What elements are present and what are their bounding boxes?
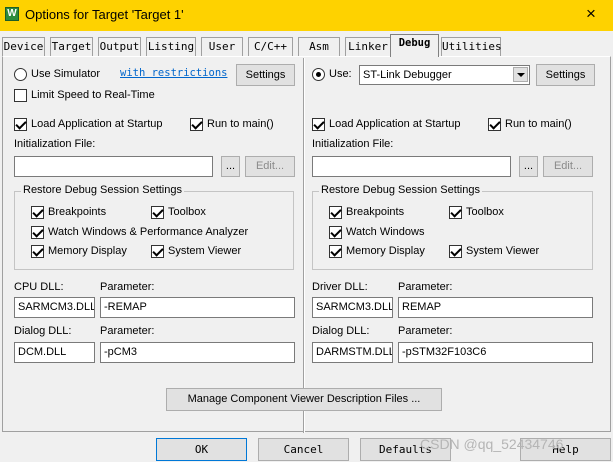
- debugger-select[interactable]: ST-Link Debugger: [359, 65, 530, 85]
- driver-dll-label: Driver DLL:: [312, 281, 368, 293]
- left-load-app-checkbox[interactable]: [14, 118, 27, 131]
- left-dialog-param-input[interactable]: -pCM3: [100, 342, 295, 363]
- right-run-to-main-checkbox[interactable]: [488, 118, 501, 131]
- tab-target[interactable]: Target: [50, 37, 93, 56]
- right-breakpoints-checkbox[interactable]: [329, 206, 342, 219]
- right-restore-title: Restore Debug Session Settings: [319, 184, 482, 196]
- right-watch-windows-checkbox[interactable]: [329, 226, 342, 239]
- right-edit-button: Edit...: [543, 156, 593, 177]
- ok-button[interactable]: OK: [156, 438, 247, 461]
- left-toolbox-label: Toolbox: [168, 206, 206, 218]
- cpu-dll-input[interactable]: SARMCM3.DLL: [14, 297, 95, 318]
- right-load-app-label: Load Application at Startup: [329, 118, 461, 130]
- left-restore-title: Restore Debug Session Settings: [21, 184, 184, 196]
- use-simulator-label: Use Simulator: [31, 68, 101, 80]
- window-title: Options for Target 'Target 1': [25, 7, 184, 22]
- right-system-viewer-label: System Viewer: [466, 245, 540, 257]
- left-browse-button[interactable]: ...: [221, 156, 240, 177]
- chevron-down-icon[interactable]: [513, 67, 528, 82]
- tab-output[interactable]: Output: [98, 37, 141, 56]
- tab-device[interactable]: Device: [2, 37, 45, 56]
- tab-cpp[interactable]: C/C++: [248, 37, 293, 56]
- tab-linker[interactable]: Linker: [345, 37, 391, 56]
- left-watch-windows-checkbox[interactable]: [31, 226, 44, 239]
- right-watch-windows-label: Watch Windows: [346, 226, 425, 238]
- right-toolbox-label: Toolbox: [466, 206, 504, 218]
- left-run-to-main-checkbox[interactable]: [190, 118, 203, 131]
- cpu-dll-param-input[interactable]: -REMAP: [100, 297, 295, 318]
- left-edit-button: Edit...: [245, 156, 295, 177]
- restrictions-link[interactable]: with restrictions: [120, 67, 227, 79]
- left-watch-windows-label: Watch Windows & Performance Analyzer: [48, 226, 249, 238]
- left-load-app-label: Load Application at Startup: [31, 118, 163, 130]
- tab-asm[interactable]: Asm: [298, 37, 340, 56]
- debugger-settings-button[interactable]: Settings: [536, 64, 595, 86]
- simulator-settings-button[interactable]: Settings: [236, 64, 295, 86]
- right-run-to-main-label: Run to main(): [505, 118, 572, 130]
- right-system-viewer-checkbox[interactable]: [449, 245, 462, 258]
- cpu-dll-label: CPU DLL:: [14, 281, 64, 293]
- use-debugger-radio[interactable]: [312, 68, 325, 81]
- left-breakpoints-checkbox[interactable]: [31, 206, 44, 219]
- right-breakpoints-label: Breakpoints: [346, 206, 405, 218]
- tab-strip: Device Target Output Listing User C/C++ …: [0, 34, 613, 57]
- left-system-viewer-label: System Viewer: [168, 245, 242, 257]
- right-toolbox-checkbox[interactable]: [449, 206, 462, 219]
- right-memory-display-label: Memory Display: [346, 245, 425, 257]
- left-init-file-input[interactable]: [14, 156, 213, 177]
- manage-component-viewer-button[interactable]: Manage Component Viewer Description File…: [166, 388, 442, 411]
- right-dialog-dll-input[interactable]: DARMSTM.DLL: [312, 342, 393, 363]
- right-init-file-label: Initialization File:: [312, 138, 394, 150]
- title-bar: W Options for Target 'Target 1' ×: [0, 0, 613, 31]
- right-browse-button[interactable]: ...: [519, 156, 538, 177]
- right-dialog-param-label: Parameter:: [398, 325, 453, 337]
- left-dialog-dll-label: Dialog DLL:: [14, 325, 72, 337]
- left-dialog-dll-input[interactable]: DCM.DLL: [14, 342, 95, 363]
- right-dialog-dll-label: Dialog DLL:: [312, 325, 370, 337]
- panel-divider: [303, 58, 305, 433]
- right-init-file-input[interactable]: [312, 156, 511, 177]
- right-dialog-param-input[interactable]: -pSTM32F103C6: [398, 342, 593, 363]
- right-load-app-checkbox[interactable]: [312, 118, 325, 131]
- limit-speed-checkbox[interactable]: [14, 89, 27, 102]
- use-debugger-label: Use:: [329, 68, 352, 80]
- close-icon[interactable]: ×: [586, 4, 596, 24]
- left-system-viewer-checkbox[interactable]: [151, 245, 164, 258]
- watermark: CSDN @qq_52434746: [420, 436, 564, 452]
- left-memory-display-label: Memory Display: [48, 245, 127, 257]
- limit-speed-label: Limit Speed to Real-Time: [31, 89, 155, 101]
- tab-utilities[interactable]: Utilities: [441, 37, 502, 56]
- left-memory-display-checkbox[interactable]: [31, 245, 44, 258]
- driver-dll-param-label: Parameter:: [398, 281, 453, 293]
- app-icon: W: [5, 7, 19, 21]
- left-init-file-label: Initialization File:: [14, 138, 96, 150]
- debugger-select-value: ST-Link Debugger: [363, 69, 452, 81]
- left-dialog-param-label: Parameter:: [100, 325, 155, 337]
- driver-dll-param-input[interactable]: REMAP: [398, 297, 593, 318]
- driver-dll-input[interactable]: SARMCM3.DLL: [312, 297, 393, 318]
- cancel-button[interactable]: Cancel: [258, 438, 349, 461]
- right-memory-display-checkbox[interactable]: [329, 245, 342, 258]
- left-toolbox-checkbox[interactable]: [151, 206, 164, 219]
- cpu-dll-param-label: Parameter:: [100, 281, 155, 293]
- tab-listing[interactable]: Listing: [146, 37, 196, 56]
- left-breakpoints-label: Breakpoints: [48, 206, 107, 218]
- left-run-to-main-label: Run to main(): [207, 118, 274, 130]
- tab-debug[interactable]: Debug: [390, 34, 439, 57]
- use-simulator-radio[interactable]: [14, 68, 27, 81]
- tab-user[interactable]: User: [201, 37, 243, 56]
